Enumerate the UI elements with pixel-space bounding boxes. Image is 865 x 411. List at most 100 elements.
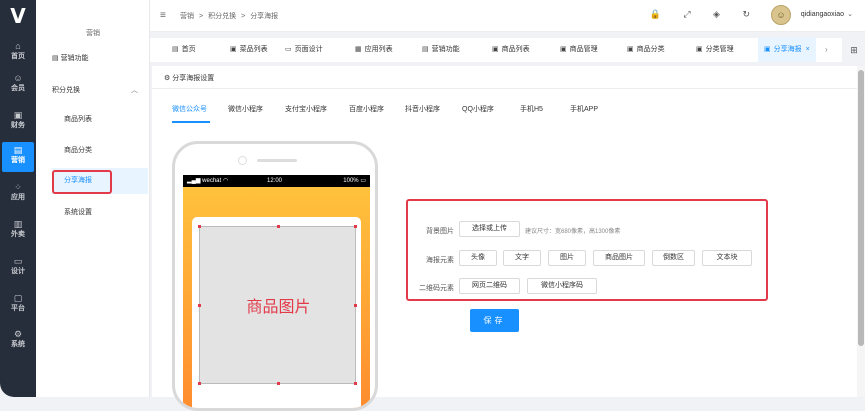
tab-dish-list[interactable]: ▣ 菜品列表	[230, 38, 268, 62]
platform-tab-baidu-mini[interactable]: 百度小程序	[349, 104, 384, 114]
add-avatar-button[interactable]: 头像	[459, 250, 497, 266]
chevron-up-icon: ︿	[131, 87, 138, 94]
poster-canvas: 商品图片	[183, 187, 370, 408]
tab-home[interactable]: ▤ 首页	[172, 38, 196, 62]
bg-image-label: 背景图片	[426, 228, 454, 235]
tab-goods-manage[interactable]: ▣ 商品管理	[560, 38, 598, 62]
rail-item-finance[interactable]: ▣ 财务	[2, 107, 34, 137]
card-title-text: 分享海报设置	[172, 75, 215, 82]
product-image-element[interactable]: 商品图片	[198, 225, 357, 385]
platform-tab-alipay-mini[interactable]: 支付宝小程序	[285, 104, 327, 114]
save-button[interactable]: 保存	[470, 309, 519, 332]
tab-icon: ▣	[560, 46, 567, 53]
phone-status-bar: ▂▄▆ wechat ◠ 12:00 100% ▭	[183, 175, 370, 187]
tab-icon: ▣	[764, 46, 771, 53]
platform-tab-h5[interactable]: 手机H5	[520, 104, 543, 114]
rail-item-marketing[interactable]: ▤ 营销	[2, 142, 34, 172]
resize-handle[interactable]	[354, 304, 357, 307]
rail-item-label: 会员	[11, 85, 25, 92]
tab-label: 商品管理	[569, 46, 598, 53]
close-icon[interactable]: ×	[806, 46, 810, 53]
platform-tab-wechat-oa[interactable]: 微信公众号	[172, 104, 207, 114]
rail-item-label: 首页	[11, 53, 25, 60]
upload-bg-button[interactable]: 选择或上传	[459, 221, 520, 237]
resize-handle[interactable]	[198, 225, 201, 228]
breadcrumb-item[interactable]: 营销	[180, 13, 194, 20]
tab-category-manage[interactable]: ▣ 分类管理	[696, 38, 734, 62]
submenu-item-goods-category[interactable]: 商品分类	[52, 138, 148, 164]
takeout-icon: ▥	[13, 219, 23, 229]
tab-share-poster[interactable]: ▣ 分享海报 ×	[758, 38, 816, 62]
resize-handle[interactable]	[198, 304, 201, 307]
scrollbar-thumb[interactable]	[858, 70, 864, 346]
add-image-button[interactable]: 图片	[548, 250, 586, 266]
tab-label: 首页	[181, 46, 196, 53]
gear-icon: ⚙	[13, 329, 23, 339]
active-tab-indicator	[172, 121, 210, 123]
resize-handle[interactable]	[354, 225, 357, 228]
submenu-group-points[interactable]: 积分兑换 ︿	[52, 85, 138, 95]
rail-item-platform[interactable]: ▢ 平台	[2, 290, 34, 320]
breadcrumb-item: 分享海报	[250, 13, 279, 20]
add-miniprogram-qr-button[interactable]: 微信小程序码	[527, 278, 597, 294]
breadcrumb: 营销 > 积分兑换 > 分享海报	[180, 11, 283, 21]
tab-goods-list[interactable]: ▣ 商品列表	[492, 38, 530, 62]
submenu-marketing-features-label: 营销功能	[60, 55, 89, 62]
status-battery: 100% ▭	[343, 178, 366, 184]
submenu-item-system-settings[interactable]: 系统设置	[52, 200, 148, 226]
tabs-scroll-right-icon[interactable]: ›	[825, 38, 828, 62]
breadcrumb-item[interactable]: 积分兑换	[208, 13, 236, 20]
chevron-down-icon[interactable]: ⌄	[847, 10, 853, 18]
rail-item-label: 营销	[11, 157, 25, 164]
rail-item-label: 设计	[11, 268, 25, 275]
tab-icon: ▣	[230, 46, 237, 53]
avatar[interactable]: ☺	[771, 5, 791, 25]
resize-handle[interactable]	[277, 382, 280, 385]
tab-app-list[interactable]: ▦ 应用列表	[355, 38, 393, 62]
platform-tab-wechat-mini[interactable]: 微信小程序	[228, 104, 263, 114]
resize-handle[interactable]	[354, 382, 357, 385]
platform-tab-douyin-mini[interactable]: 抖音小程序	[405, 104, 440, 114]
gear-icon: ⚙	[164, 75, 171, 82]
tab-icon: ▤	[422, 46, 429, 53]
platform-icon: ▢	[13, 293, 23, 303]
rail-item-home[interactable]: ⌂ 首页	[2, 38, 34, 68]
bg-size-hint: 建议尺寸：宽680像素，高1300像素	[525, 229, 621, 235]
tab-label: 应用列表	[364, 46, 393, 53]
tab-goods-category[interactable]: ▣ 商品分类	[627, 38, 665, 62]
rail-item-design[interactable]: ▭ 设计	[2, 253, 34, 283]
platform-tab-qq-mini[interactable]: QQ小程序	[462, 104, 494, 114]
tab-marketing-features[interactable]: ▤ 营销功能	[422, 38, 460, 62]
rail-item-system[interactable]: ⚙ 系统	[2, 326, 34, 356]
tab-page-design[interactable]: ▭ 页面设计	[285, 38, 323, 62]
rail-item-label: 平台	[11, 305, 25, 312]
add-web-qr-button[interactable]: 网页二维码	[459, 278, 520, 294]
username[interactable]: qidiangaoxiao	[801, 11, 844, 18]
add-product-image-button[interactable]: 商品图片	[593, 250, 645, 266]
toolbar-icons[interactable]: 🔒 ⤢ ◈ ↻	[650, 9, 760, 20]
tab-icon: ▣	[492, 46, 499, 53]
divider	[152, 88, 857, 89]
resize-handle[interactable]	[198, 382, 201, 385]
submenu-marketing-features[interactable]: ▤ 营销功能	[52, 53, 89, 63]
add-text-button[interactable]: 文字	[503, 250, 541, 266]
resize-handle[interactable]	[277, 225, 280, 228]
scrollbar[interactable]	[857, 66, 865, 397]
tab-label: 页面设计	[294, 46, 323, 53]
platform-tab-app[interactable]: 手机APP	[570, 104, 598, 114]
status-carrier: ▂▄▆ wechat ◠	[187, 178, 229, 184]
grid-menu-icon[interactable]: ⊞	[843, 38, 865, 62]
rail-item-takeout[interactable]: ▥ 外卖	[2, 216, 34, 246]
tab-label: 营销功能	[431, 46, 460, 53]
tab-icon: ▣	[627, 46, 634, 53]
submenu-item-goods-list[interactable]: 商品列表	[52, 107, 148, 133]
poster-elements-label: 海报元素	[426, 257, 454, 264]
rail-item-member[interactable]: ☺ 会员	[2, 70, 34, 100]
phone-preview: ▂▄▆ wechat ◠ 12:00 100% ▭ 商品图片	[172, 141, 378, 411]
poster-elements-form: 背景图片 选择或上传 建议尺寸：宽680像素，高1300像素 海报元素 头像 文…	[406, 199, 768, 301]
add-textblock-button[interactable]: 文本块	[702, 250, 752, 266]
menu-fold-icon[interactable]: ≡	[160, 10, 166, 21]
add-countdown-button[interactable]: 倒数区	[652, 250, 695, 266]
tab-label: 分享海报	[773, 46, 802, 53]
rail-item-apps[interactable]: ⁘ 应用	[2, 179, 34, 209]
